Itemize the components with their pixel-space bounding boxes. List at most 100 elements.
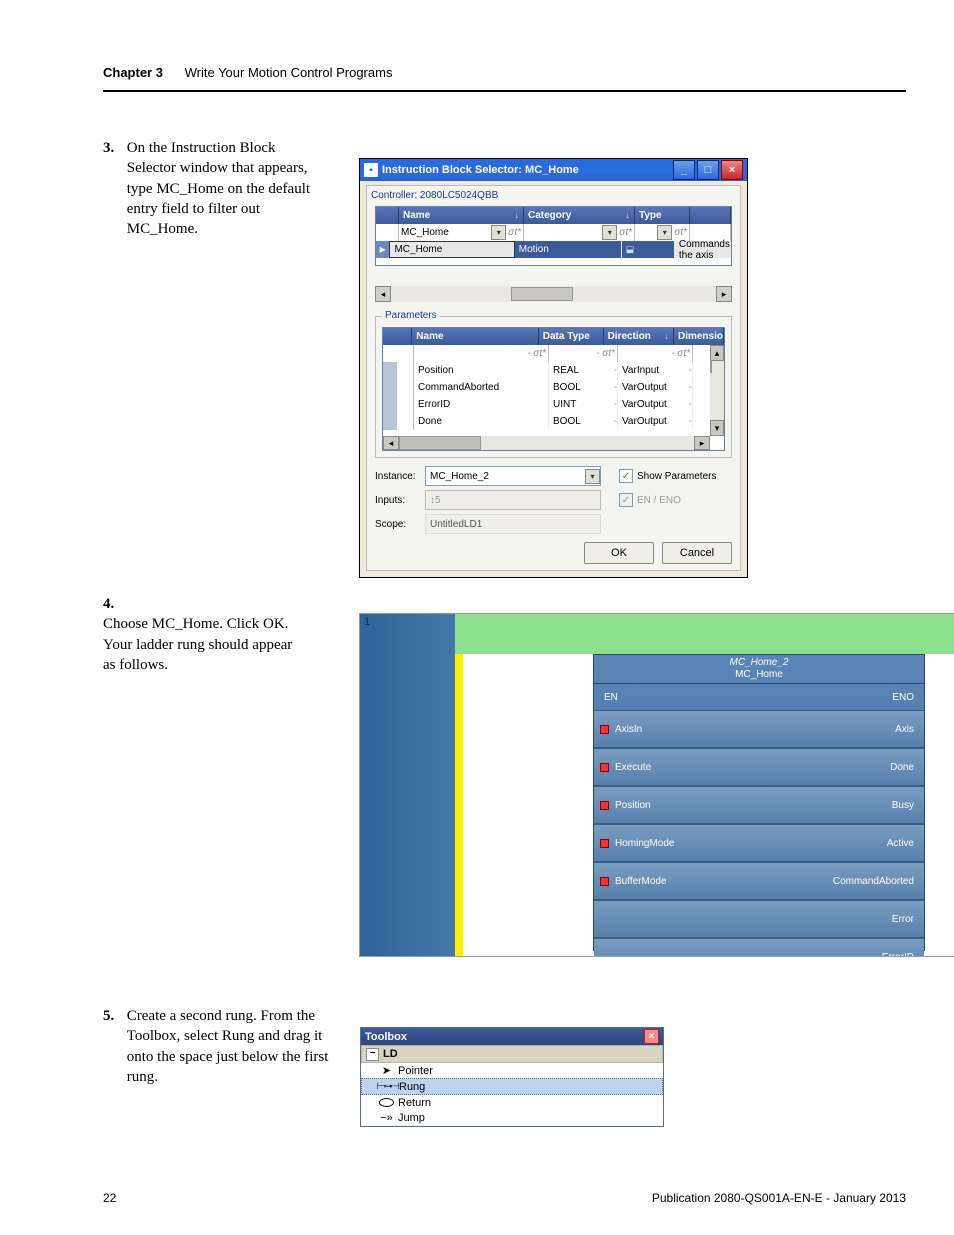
port-busy[interactable]: Busy [892, 800, 914, 811]
maximize-button[interactable]: □ [697, 160, 719, 180]
branch-area [455, 614, 954, 654]
pin-icon[interactable] [600, 877, 609, 886]
horizontal-scrollbar[interactable]: ◂ ▸ [375, 286, 732, 302]
toolbox-item-rung[interactable]: ⊢⊶⊣ Rung [361, 1078, 663, 1095]
pin-icon[interactable] [600, 725, 609, 734]
scroll-thumb[interactable] [399, 436, 481, 450]
fb-port-row: Error [594, 900, 924, 938]
toolbox-titlebar[interactable]: Toolbox × [361, 1028, 663, 1045]
port-position[interactable]: Position [615, 800, 651, 811]
close-button[interactable]: × [721, 160, 743, 180]
header-rule [103, 90, 906, 92]
port-commandaborted[interactable]: CommandAborted [833, 876, 914, 887]
dropdown-icon[interactable]: ▾ [491, 225, 506, 240]
port-homingmode[interactable]: HomingMode [615, 838, 674, 849]
fb-port-row: EN ENO [594, 684, 924, 710]
ok-button[interactable]: OK [584, 542, 654, 564]
scroll-left-icon[interactable]: ◂ [383, 436, 399, 450]
app-icon: ▪ [364, 163, 378, 177]
toolbox-item-jump[interactable]: −» Jump [361, 1110, 663, 1125]
step-4: 4. Choose MC_Home. Click OK. Your ladder… [103, 594, 331, 675]
toolbox-item-return[interactable]: Return [361, 1095, 663, 1110]
scroll-right-icon[interactable]: ▸ [716, 286, 732, 302]
col-name[interactable]: Name [412, 328, 538, 345]
vertical-scrollbar[interactable]: ▴ ▾ [710, 345, 724, 436]
col-datatype[interactable]: Data Type [539, 328, 604, 345]
dropdown-icon[interactable]: ▾ [585, 469, 600, 484]
scroll-up-icon[interactable]: ▴ [710, 345, 724, 361]
en-eno-checkbox: ✓ [619, 493, 633, 507]
inputs-spinner[interactable]: ↕ 5 [425, 490, 601, 510]
port-active[interactable]: Active [887, 838, 914, 849]
cell-comment: Commands the axis [675, 241, 731, 258]
window-titlebar[interactable]: ▪ Instruction Block Selector: MC_Home _ … [360, 159, 747, 181]
param-row[interactable]: CommandAborted BOOL- VarOutput- [383, 379, 724, 396]
col-dimension[interactable]: Dimensio [674, 328, 724, 345]
chapter-title: Write Your Motion Control Programs [185, 65, 393, 80]
scope-row: Scope: UntitledLD1 [375, 514, 732, 534]
category-filter-input[interactable]: ▾ σt* [524, 224, 635, 241]
show-parameters-label: Show Parameters [637, 471, 716, 482]
publication-id: Publication 2080-QS001A-EN-E - January 2… [652, 1191, 906, 1205]
grid-row[interactable]: ▶ MC_Home Motion ⬓ Commands the axis [376, 241, 731, 258]
pin-icon[interactable] [600, 763, 609, 772]
scroll-down-icon[interactable]: ▾ [710, 420, 724, 436]
step-4-text: Choose MC_Home. Click OK. Your ladder ru… [103, 614, 308, 675]
port-execute[interactable]: Execute [615, 762, 651, 773]
return-icon [379, 1098, 394, 1107]
scroll-left-icon[interactable]: ◂ [375, 286, 391, 302]
category-label: LD [383, 1048, 398, 1060]
rung-workspace[interactable]: MC_Home_2 MC_Home EN ENO AxisIn Axis Exe… [463, 654, 954, 956]
port-axisin[interactable]: AxisIn [615, 724, 642, 735]
param-row[interactable]: ErrorID UINT- VarOutput- [383, 396, 724, 413]
fb-port-row: Position Busy [594, 786, 924, 824]
param-row[interactable]: Done BOOL- VarOutput- [383, 413, 724, 430]
port-buffermode[interactable]: BufferMode [615, 876, 667, 887]
param-row[interactable]: Position REAL- VarInput- [383, 362, 724, 379]
instance-label: Instance: [375, 471, 425, 482]
toolbox-category[interactable]: − LD [361, 1045, 663, 1063]
scroll-thumb[interactable] [511, 287, 573, 301]
grid-filter-row: MC_Home ▾ σt* ▾ σt* ▾ σt* [376, 224, 731, 241]
close-icon[interactable]: × [644, 1029, 659, 1044]
rung-number: 1 [364, 616, 370, 628]
port-errorid[interactable]: ErrorID [882, 952, 914, 958]
port-done[interactable]: Done [890, 762, 914, 773]
pin-icon[interactable] [600, 839, 609, 848]
col-type[interactable]: Type [635, 207, 690, 224]
horizontal-scrollbar[interactable]: ◂ ▸ [383, 436, 710, 450]
port-en[interactable]: EN [604, 692, 618, 703]
port-eno[interactable]: ENO [892, 692, 914, 703]
col-category[interactable]: Category↓ [524, 207, 635, 224]
row-selector-icon: ▶ [376, 241, 389, 258]
en-eno-label: EN / ENO [637, 495, 681, 506]
instance-input[interactable]: MC_Home_2 ▾ [425, 466, 601, 486]
pointer-icon: ➤ [379, 1064, 394, 1077]
cell-category: Motion [515, 241, 622, 258]
rung-header[interactable]: 1 [360, 614, 455, 956]
cancel-button[interactable]: Cancel [662, 542, 732, 564]
show-parameters-checkbox[interactable]: ✓ [619, 469, 633, 483]
col-name[interactable]: Name↓ [399, 207, 524, 224]
port-error[interactable]: Error [892, 914, 914, 925]
rung-icon: ⊢⊶⊣ [380, 1081, 395, 1092]
col-direction[interactable]: Direction↓ [604, 328, 674, 345]
port-axis[interactable]: Axis [895, 724, 914, 735]
pin-icon[interactable] [600, 801, 609, 810]
minimize-button[interactable]: _ [673, 160, 695, 180]
sort-icon: ↓ [515, 207, 520, 224]
function-block[interactable]: MC_Home_2 MC_Home EN ENO AxisIn Axis Exe… [593, 654, 925, 951]
step-5: 5. Create a second rung. From the Toolbo… [103, 1006, 333, 1087]
name-filter-input[interactable]: MC_Home ▾ σt* [399, 224, 524, 241]
toolbox-item-pointer[interactable]: ➤ Pointer [361, 1063, 663, 1078]
sort-icon: ↓ [626, 207, 631, 224]
collapse-icon[interactable]: − [366, 1048, 379, 1061]
cell-name: MC_Home [389, 241, 514, 258]
step-3-text: On the Instruction Block Selector window… [127, 138, 322, 239]
dropdown-icon[interactable]: ▾ [602, 225, 617, 240]
page-footer: 22 Publication 2080-QS001A-EN-E - Januar… [103, 1191, 906, 1205]
dropdown-icon[interactable]: ▾ [657, 225, 672, 240]
scroll-right-icon[interactable]: ▸ [694, 436, 710, 450]
toolbox-panel: Toolbox × − LD ➤ Pointer ⊢⊶⊣ Rung Return… [360, 1027, 664, 1127]
scroll-thumb[interactable] [710, 360, 712, 373]
